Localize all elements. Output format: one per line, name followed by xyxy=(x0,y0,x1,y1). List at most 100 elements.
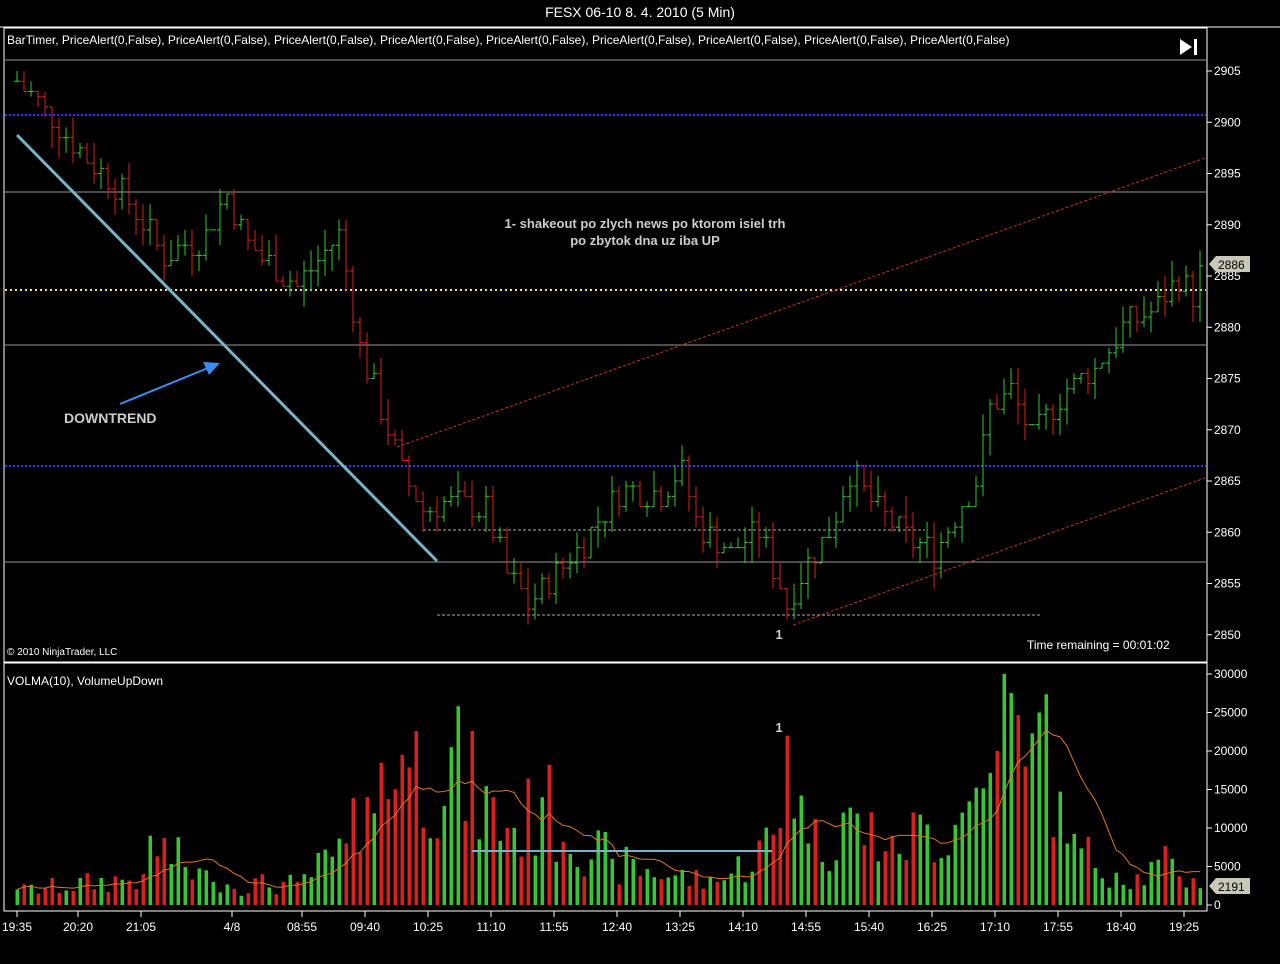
volume-bar xyxy=(659,879,663,905)
volume-bar xyxy=(288,874,292,905)
price-bar xyxy=(1015,368,1021,425)
arrow-annotation[interactable] xyxy=(119,362,220,405)
time-tick-label: 21:05 xyxy=(126,920,156,934)
price-bar xyxy=(1043,404,1049,430)
note-line-2: po zbytok dna uz iba UP xyxy=(570,233,720,248)
channel-upper-line[interactable] xyxy=(396,157,1206,448)
volume-bar xyxy=(736,856,740,905)
price-bar xyxy=(637,481,643,508)
price-axis[interactable]: 2905290028952890288528802875287028652860… xyxy=(1207,64,1241,642)
price-bar xyxy=(350,265,356,333)
volume-bar xyxy=(680,869,684,905)
volume-bar xyxy=(1023,766,1027,905)
price-bar xyxy=(959,506,965,543)
price-bar xyxy=(812,557,818,579)
price-bar xyxy=(595,506,601,548)
time-tick-label: 14:55 xyxy=(791,920,821,934)
volume-tick-label: 10000 xyxy=(1214,821,1248,835)
price-bar xyxy=(924,522,930,558)
price-bar xyxy=(406,455,412,497)
volume-bar xyxy=(687,885,691,905)
volume-bar xyxy=(967,801,971,905)
volume-bar xyxy=(743,882,747,905)
volume-bar xyxy=(715,881,719,905)
volume-bar xyxy=(85,873,89,905)
volume-bar xyxy=(442,805,446,905)
time-tick-label: 13:25 xyxy=(665,920,695,934)
price-bar xyxy=(154,219,160,251)
volume-bar xyxy=(806,843,810,905)
svg-text:2191: 2191 xyxy=(1218,880,1245,894)
volume-bar xyxy=(148,835,152,905)
volume-bar xyxy=(337,838,341,905)
price-bar xyxy=(693,486,699,528)
volume-bar xyxy=(1163,846,1167,905)
volume-bar xyxy=(1135,874,1139,905)
price-bar xyxy=(1141,296,1147,328)
volume-bar xyxy=(988,773,992,905)
chart-canvas[interactable]: DOWNTREND 1- shakeout po zlych news po k… xyxy=(0,0,1280,964)
volume-axis[interactable]: 30000 25000 20000 15000 10000 5000 0 xyxy=(1207,667,1248,912)
price-bar xyxy=(728,542,734,549)
volume-bar xyxy=(834,860,838,905)
price-bar xyxy=(336,219,342,261)
price-bar xyxy=(364,332,370,384)
volume-bar xyxy=(554,861,558,905)
price-bar xyxy=(952,522,958,538)
price-bar xyxy=(903,496,909,543)
volume-bar xyxy=(1044,694,1048,905)
volume-bar xyxy=(813,819,817,905)
time-tick-label: 12:40 xyxy=(602,920,632,934)
volume-bar xyxy=(1121,884,1125,905)
price-bar xyxy=(343,219,349,292)
channel-lower-line[interactable] xyxy=(792,477,1206,626)
bar-timer-label: Time remaining = 00:01:02 xyxy=(1027,638,1170,652)
price-bar xyxy=(847,475,853,512)
volume-bar xyxy=(218,892,222,905)
price-bar xyxy=(966,501,972,508)
volume-bar xyxy=(1079,848,1083,905)
volume-bar xyxy=(1030,733,1034,905)
price-bar xyxy=(539,573,545,604)
scroll-to-end-button[interactable] xyxy=(1177,37,1201,57)
price-bar xyxy=(329,244,335,271)
volume-bar xyxy=(876,861,880,905)
price-bar xyxy=(175,235,181,262)
price-bar xyxy=(385,399,391,446)
price-bar xyxy=(35,91,41,107)
last-volume-tag: 2191 xyxy=(1209,878,1250,894)
price-bar xyxy=(987,399,993,456)
price-bar xyxy=(189,229,195,276)
price-bar xyxy=(546,573,552,599)
volume-bar xyxy=(232,888,236,905)
price-bar xyxy=(1113,327,1119,358)
price-bar xyxy=(882,491,888,528)
volume-bar xyxy=(225,884,229,905)
volume-bar xyxy=(1114,872,1118,905)
volume-bar xyxy=(435,838,439,905)
price-bar xyxy=(1008,368,1014,399)
time-axis[interactable]: 19:35 20:20 21:05 4/8 08:55 09:40 10:25 11:10 11… xyxy=(2,911,1199,934)
price-bar xyxy=(679,445,685,487)
volume-tick-label: 30000 xyxy=(1214,667,1248,681)
price-bar xyxy=(427,506,433,522)
price-bar xyxy=(455,470,461,507)
price-bar xyxy=(1064,378,1070,425)
volume-bar xyxy=(1191,878,1195,905)
volume-bar xyxy=(883,851,887,905)
volume-bar xyxy=(78,877,82,905)
volume-bar xyxy=(169,864,173,905)
price-bar xyxy=(315,245,321,287)
volume-bar xyxy=(1142,885,1146,905)
volume-bar xyxy=(463,820,467,905)
volume-bar xyxy=(358,852,362,905)
price-bar xyxy=(413,485,419,502)
volume-bar xyxy=(946,855,950,905)
price-bar xyxy=(1022,388,1028,440)
volume-bar xyxy=(330,856,334,905)
price-bar xyxy=(1134,306,1140,333)
price-bar xyxy=(196,250,202,271)
volume-bar xyxy=(260,874,264,905)
volume-bar xyxy=(267,887,271,905)
volume-bar xyxy=(113,876,117,905)
